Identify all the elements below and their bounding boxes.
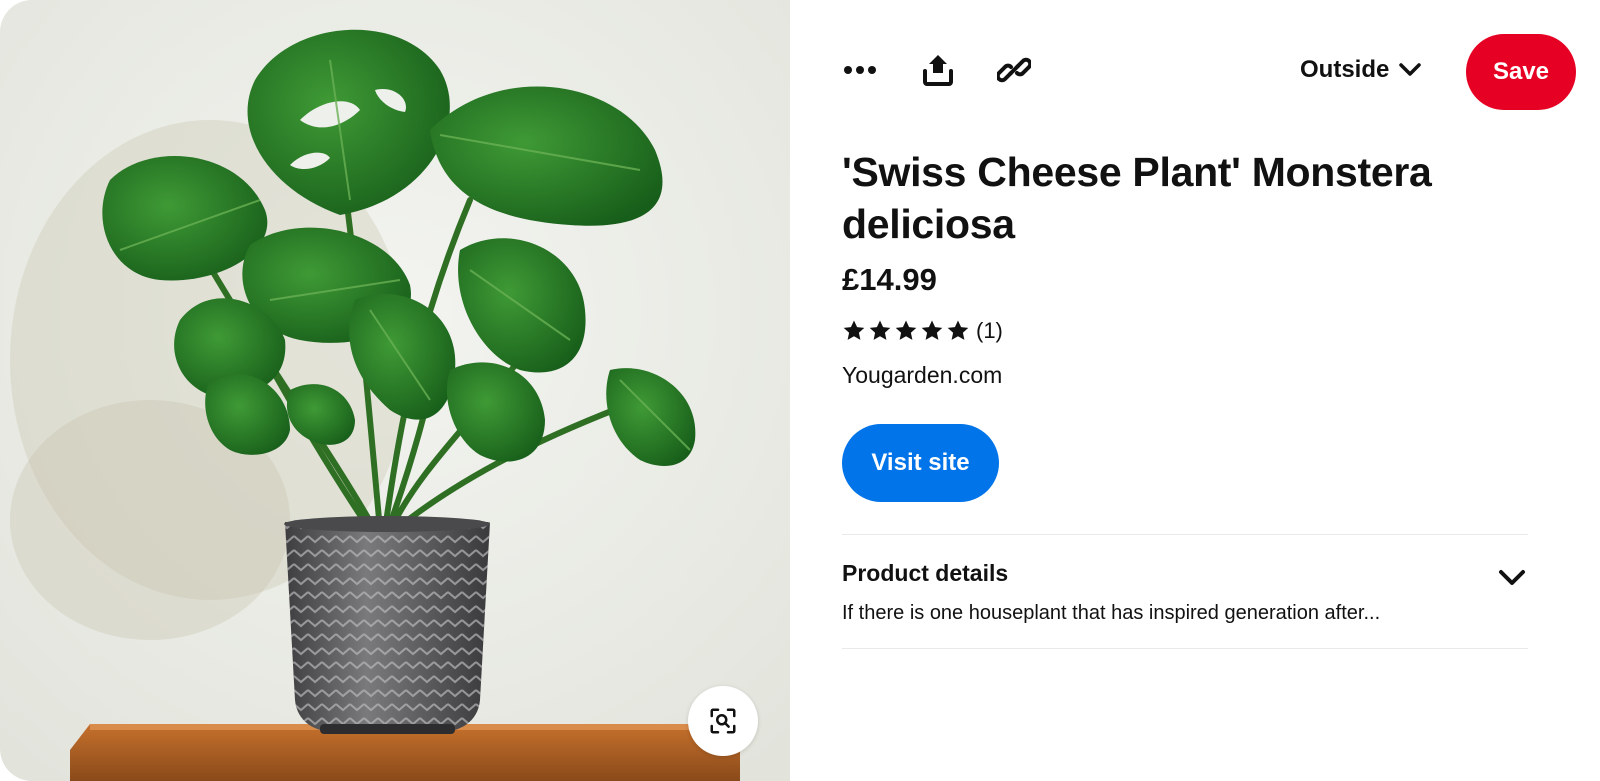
star-icon bbox=[947, 320, 969, 340]
visual-search-icon bbox=[710, 708, 736, 734]
share-upload-icon bbox=[923, 55, 953, 86]
pin-image[interactable] bbox=[0, 0, 790, 781]
product-price: £14.99 bbox=[842, 262, 937, 297]
star-icon bbox=[843, 320, 865, 340]
pin-closeup-card: Outside Save 'Swiss Cheese Plant' Monste… bbox=[0, 0, 1600, 781]
star-icon bbox=[869, 320, 891, 340]
plant-photo bbox=[0, 0, 790, 781]
star-icon bbox=[921, 320, 943, 340]
link-chain-icon bbox=[997, 57, 1031, 83]
visit-site-button[interactable]: Visit site bbox=[842, 424, 999, 502]
section-divider bbox=[842, 648, 1528, 649]
product-title: 'Swiss Cheese Plant' Monstera deliciosa bbox=[842, 149, 1432, 247]
save-button[interactable]: Save bbox=[1466, 34, 1576, 110]
chevron-down-icon bbox=[1499, 570, 1525, 585]
source-domain[interactable]: Yougarden.com bbox=[842, 362, 1002, 389]
rating-count: (1) bbox=[976, 318, 1003, 343]
board-selector[interactable]: Outside bbox=[1300, 52, 1422, 88]
share-button[interactable] bbox=[908, 40, 968, 100]
copy-link-button[interactable] bbox=[984, 40, 1044, 100]
board-name: Outside bbox=[1300, 56, 1390, 83]
visual-search-button[interactable] bbox=[688, 686, 758, 756]
star-icon bbox=[895, 320, 917, 340]
section-divider bbox=[842, 534, 1528, 535]
product-details-title: Product details bbox=[842, 560, 1009, 586]
product-rating[interactable]: (1) bbox=[842, 318, 1003, 344]
more-dots-icon bbox=[844, 66, 876, 74]
product-details-section[interactable]: Product details If there is one housepla… bbox=[842, 560, 1528, 630]
product-details-description: If there is one houseplant that has insp… bbox=[842, 602, 1381, 624]
pin-details-panel: Outside Save 'Swiss Cheese Plant' Monste… bbox=[790, 0, 1600, 781]
product-details-toggle[interactable] bbox=[1496, 562, 1528, 594]
pin-toolbar: Outside Save bbox=[790, 32, 1600, 112]
chevron-down-icon bbox=[1399, 63, 1422, 76]
more-options-button[interactable] bbox=[830, 40, 890, 100]
